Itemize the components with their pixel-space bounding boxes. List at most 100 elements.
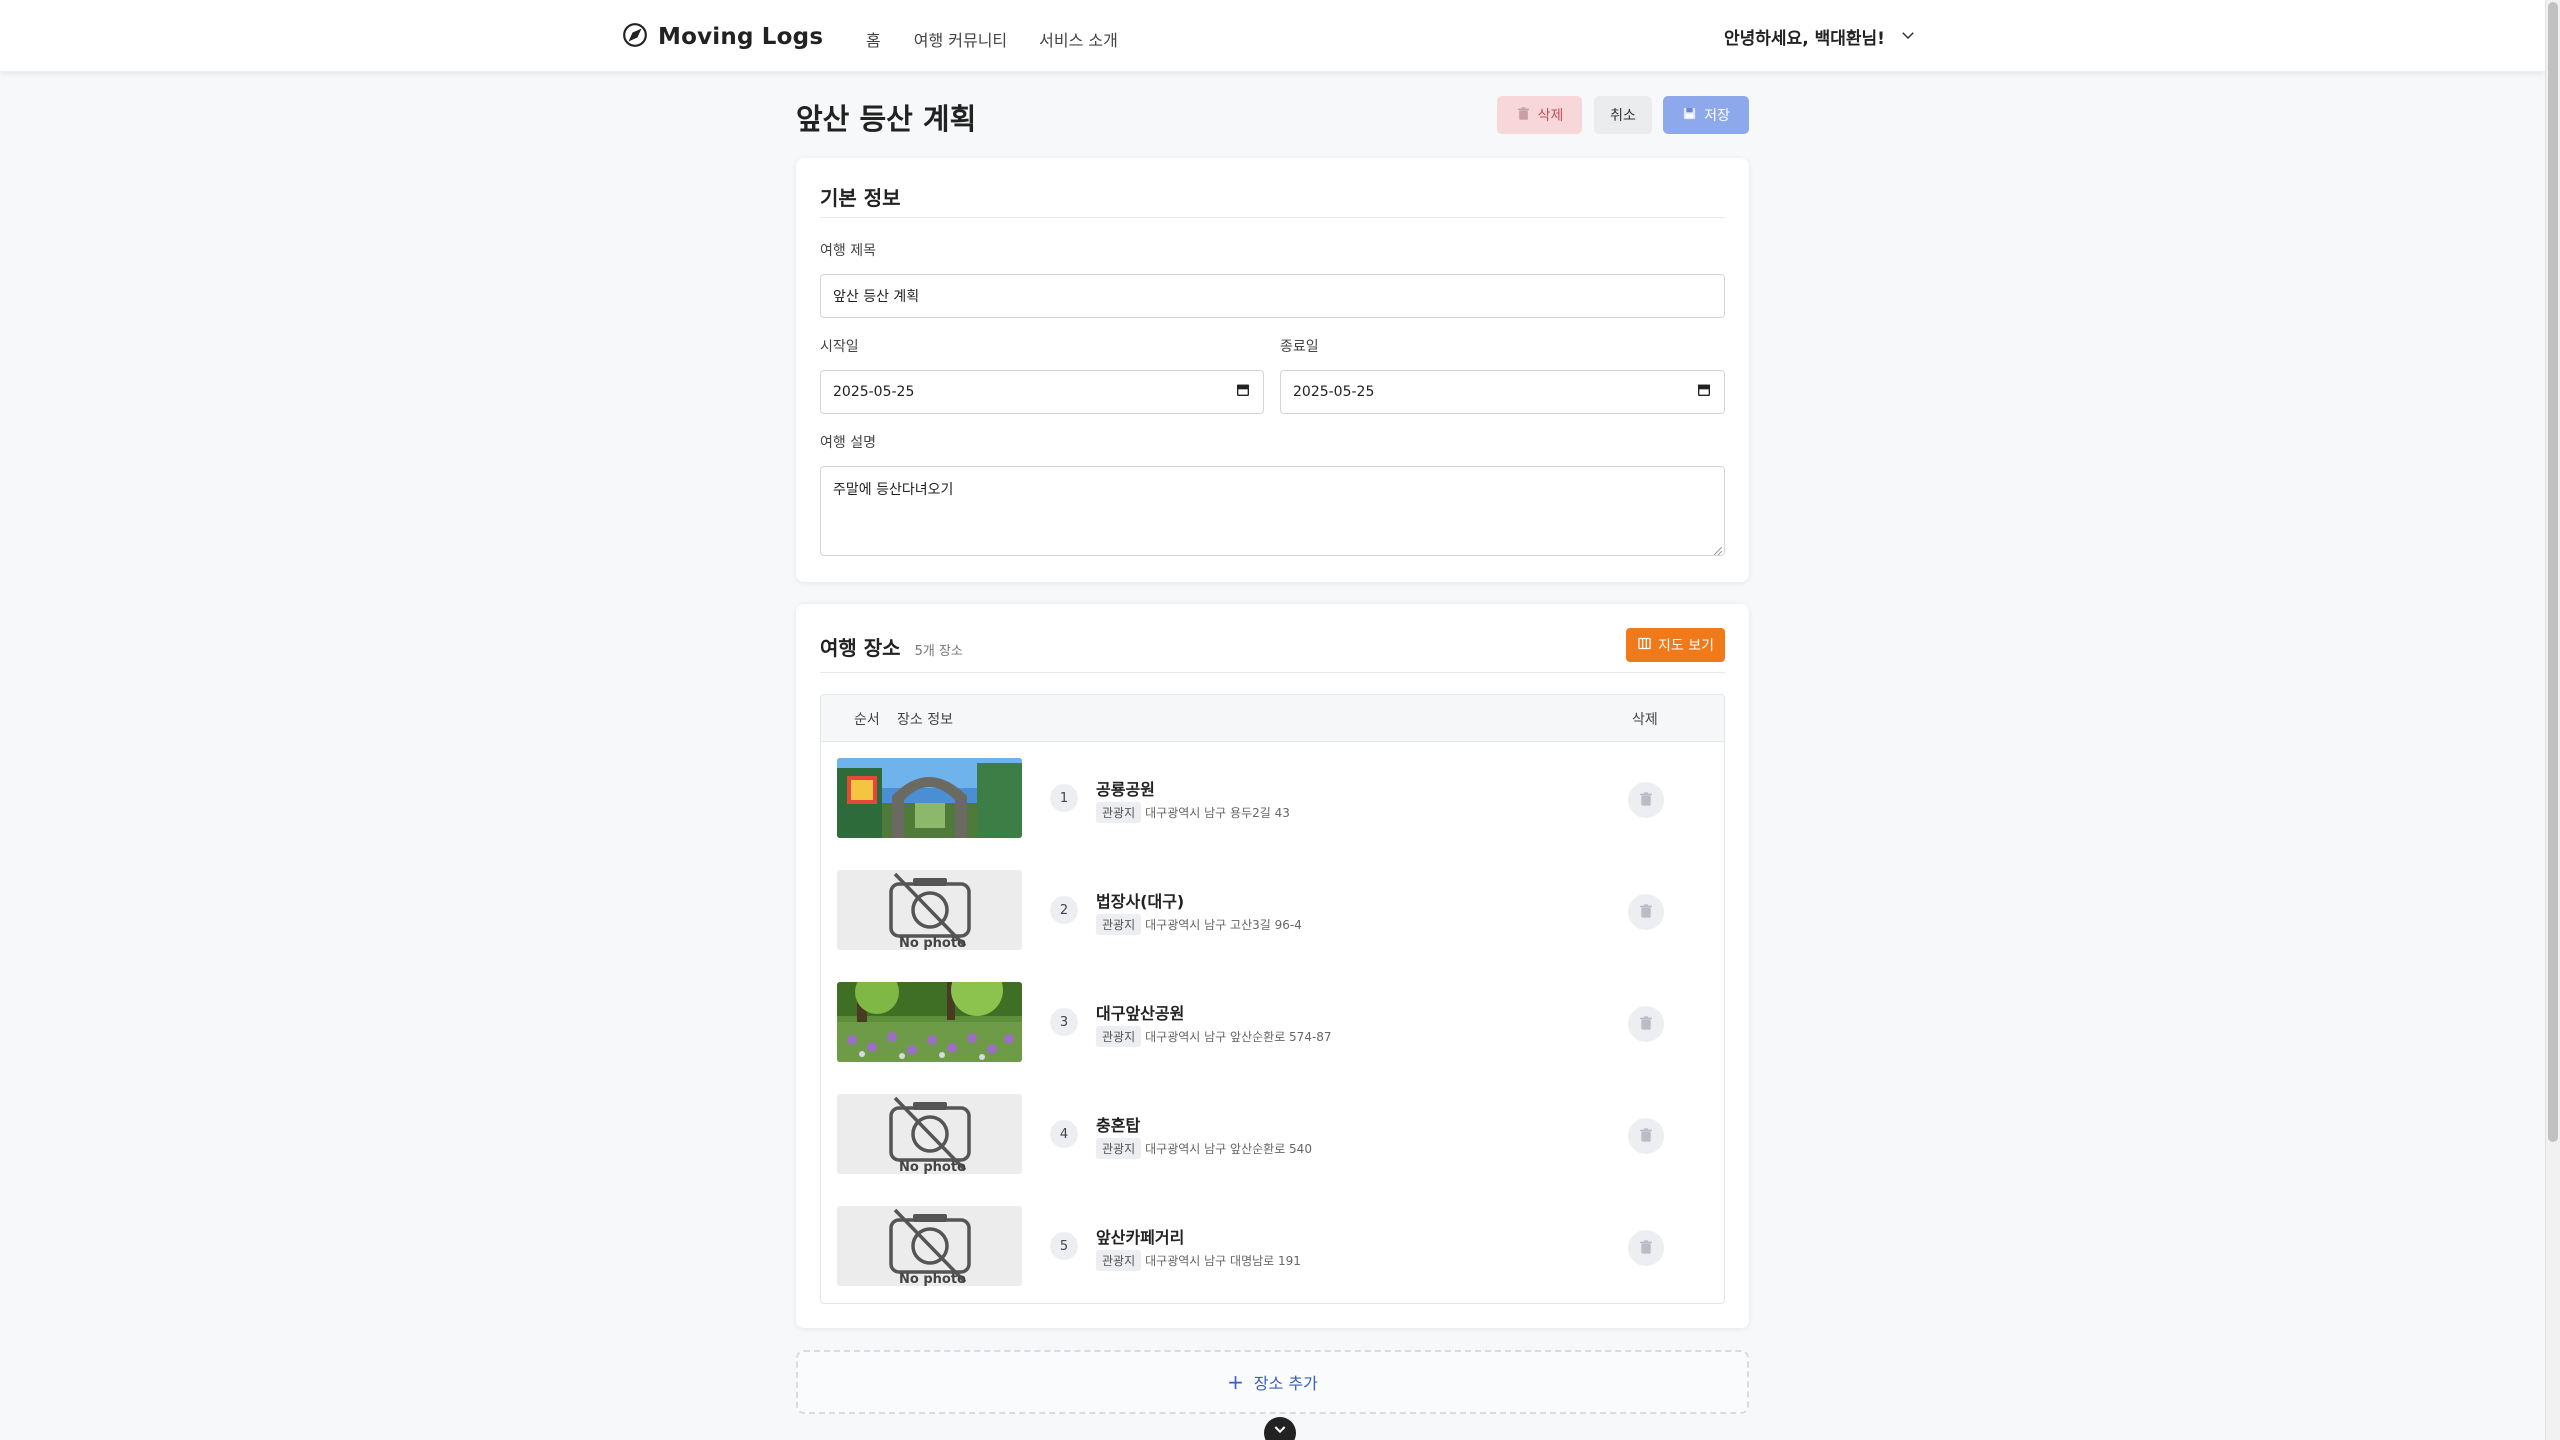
view-map-button[interactable]: 지도 보기 — [1626, 628, 1725, 662]
user-greeting: 안녕하세요, 백대환님! — [1724, 29, 1885, 49]
calendar-icon[interactable] — [1696, 382, 1712, 402]
place-photo — [837, 758, 1022, 838]
calendar-icon[interactable] — [1235, 382, 1251, 402]
no-photo-text: No photo — [899, 1272, 966, 1286]
delete-trip-label: 삭제 — [1537, 108, 1564, 124]
place-address: 대구광역시 남구 앞산순환로 540 — [1145, 1142, 1312, 1156]
cancel-button[interactable]: 취소 — [1594, 96, 1652, 134]
end-date-input[interactable]: 2025-05-25 — [1280, 370, 1725, 414]
delete-trip-button[interactable]: 삭제 — [1497, 96, 1582, 134]
table-header: 순서 장소 정보 삭제 — [821, 695, 1724, 742]
brand-name: Moving Logs — [658, 24, 824, 50]
save-button[interactable]: 저장 — [1663, 96, 1749, 134]
no-photo-placeholder: No photo — [837, 1206, 1022, 1286]
order-badge[interactable]: 2 — [1050, 896, 1078, 924]
place-photo — [837, 982, 1022, 1062]
place-meta: 관광지 대구광역시 남구 용두2길 43 — [1096, 802, 1290, 823]
table-row[interactable]: No photo 5 앞산카페거리 관광지 대구광역시 남구 대명남로 191 — [821, 1190, 1724, 1302]
table-row[interactable]: 3 대구앞산공원 관광지 대구광역시 남구 앞산순환로 574-87 — [821, 966, 1724, 1078]
trip-title-value: 앞산 등산 계획 — [833, 289, 920, 305]
place-address: 대구광역시 남구 용두2길 43 — [1145, 806, 1290, 820]
place-name: 충혼탑 — [1096, 1116, 1141, 1135]
save-icon — [1682, 106, 1697, 125]
place-name: 법장사(대구) — [1096, 892, 1185, 911]
place-address: 대구광역시 남구 앞산순환로 574-87 — [1145, 1030, 1332, 1044]
no-photo-placeholder: No photo — [837, 870, 1022, 950]
description-textarea[interactable]: 주말에 등산다녀오기 — [820, 466, 1725, 556]
save-label: 저장 — [1704, 108, 1730, 124]
order-badge[interactable]: 1 — [1050, 784, 1078, 812]
delete-place-button[interactable] — [1628, 1006, 1664, 1042]
places-count: 5개 장소 — [914, 644, 963, 659]
place-meta: 관광지 대구광역시 남구 대명남로 191 — [1096, 1250, 1301, 1271]
user-menu[interactable]: 안녕하세요, 백대환님! — [1724, 24, 1917, 49]
page-title: 앞산 등산 계획 — [796, 102, 977, 136]
place-meta: 관광지 대구광역시 남구 앞산순환로 574-87 — [1096, 1026, 1332, 1047]
delete-place-button[interactable] — [1628, 1230, 1664, 1266]
plus-icon: + — [1227, 1370, 1244, 1394]
order-badge[interactable]: 3 — [1050, 1008, 1078, 1036]
order-badge[interactable]: 4 — [1050, 1120, 1078, 1148]
add-place-label: 장소 추가 — [1253, 1374, 1318, 1393]
table-row[interactable]: No photo 4 충혼탑 관광지 대구광역시 남구 앞산순환로 540 — [821, 1078, 1724, 1190]
trash-icon — [1638, 1239, 1654, 1258]
no-photo-text: No photo — [899, 936, 966, 950]
start-date-label: 시작일 — [820, 339, 859, 355]
delete-place-button[interactable] — [1628, 894, 1664, 930]
place-name: 공룡공원 — [1096, 780, 1155, 799]
place-address: 대구광역시 남구 대명남로 191 — [1145, 1254, 1301, 1268]
section-divider — [820, 217, 1725, 218]
column-header-info: 장소 정보 — [897, 712, 953, 728]
map-icon — [1637, 636, 1652, 655]
start-date-input[interactable]: 2025-05-25 — [820, 370, 1264, 414]
resize-handle-icon[interactable] — [1712, 543, 1723, 556]
nav-link-community[interactable]: 여행 커뮤니티 — [914, 27, 1007, 51]
category-badge: 관광지 — [1096, 1250, 1142, 1271]
cancel-label: 취소 — [1610, 108, 1636, 124]
end-date-label: 종료일 — [1280, 339, 1319, 355]
nav-link-home[interactable]: 홈 — [866, 27, 881, 51]
chevron-down-icon — [1272, 1423, 1288, 1440]
scrollbar-thumb[interactable] — [2548, 2, 2558, 1142]
trip-title-label: 여행 제목 — [820, 243, 876, 259]
trash-icon — [1638, 903, 1654, 922]
chevron-down-icon — [1899, 26, 1917, 48]
description-value: 주말에 등산다녀오기 — [833, 482, 954, 498]
trash-icon — [1638, 1127, 1654, 1146]
nav-link-about[interactable]: 서비스 소개 — [1039, 27, 1118, 51]
table-row[interactable]: 1 공룡공원 관광지 대구광역시 남구 용두2길 43 — [821, 742, 1724, 854]
basic-info-heading: 기본 정보 — [820, 186, 901, 210]
view-map-label: 지도 보기 — [1658, 638, 1714, 654]
delete-place-button[interactable] — [1628, 782, 1664, 818]
trash-icon — [1638, 1015, 1654, 1034]
places-heading: 여행 장소 — [820, 636, 901, 660]
top-navbar: Moving Logs 홈 여행 커뮤니티 서비스 소개 안녕하세요, 백대환님… — [0, 0, 2545, 72]
place-address: 대구광역시 남구 고산3길 96-4 — [1145, 918, 1302, 932]
section-divider — [820, 672, 1725, 673]
column-header-delete: 삭제 — [1632, 712, 1658, 728]
category-badge: 관광지 — [1096, 1026, 1142, 1047]
places-card: 여행 장소 5개 장소 지도 보기 순서 장소 정보 삭제 1 공룡공원 관광지… — [796, 604, 1749, 1328]
basic-info-card: 기본 정보 여행 제목 앞산 등산 계획 시작일 2025-05-25 종료일 … — [796, 158, 1749, 582]
category-badge: 관광지 — [1096, 1138, 1142, 1159]
trip-title-input[interactable]: 앞산 등산 계획 — [820, 274, 1725, 318]
table-row[interactable]: No photo 2 법장사(대구) 관광지 대구광역시 남구 고산3길 96-… — [821, 854, 1724, 966]
trash-icon — [1638, 791, 1654, 810]
category-badge: 관광지 — [1096, 802, 1142, 823]
add-place-button[interactable]: + 장소 추가 — [796, 1350, 1749, 1414]
scroll-down-button[interactable] — [1264, 1417, 1296, 1440]
places-header: 여행 장소 5개 장소 — [820, 632, 963, 661]
order-badge[interactable]: 5 — [1050, 1232, 1078, 1260]
places-table: 순서 장소 정보 삭제 1 공룡공원 관광지 대구광역시 남구 용두2길 43 … — [820, 694, 1725, 1304]
description-label: 여행 설명 — [820, 435, 876, 451]
end-date-value: 2025-05-25 — [1293, 384, 1375, 400]
place-meta: 관광지 대구광역시 남구 고산3길 96-4 — [1096, 914, 1302, 935]
trash-icon — [1516, 106, 1531, 125]
no-photo-text: No photo — [899, 1160, 966, 1174]
place-name: 대구앞산공원 — [1096, 1004, 1185, 1023]
compass-icon — [622, 22, 648, 52]
brand-logo[interactable]: Moving Logs — [622, 22, 823, 52]
delete-place-button[interactable] — [1628, 1118, 1664, 1154]
start-date-value: 2025-05-25 — [833, 384, 915, 400]
column-header-order: 순서 — [854, 712, 880, 728]
